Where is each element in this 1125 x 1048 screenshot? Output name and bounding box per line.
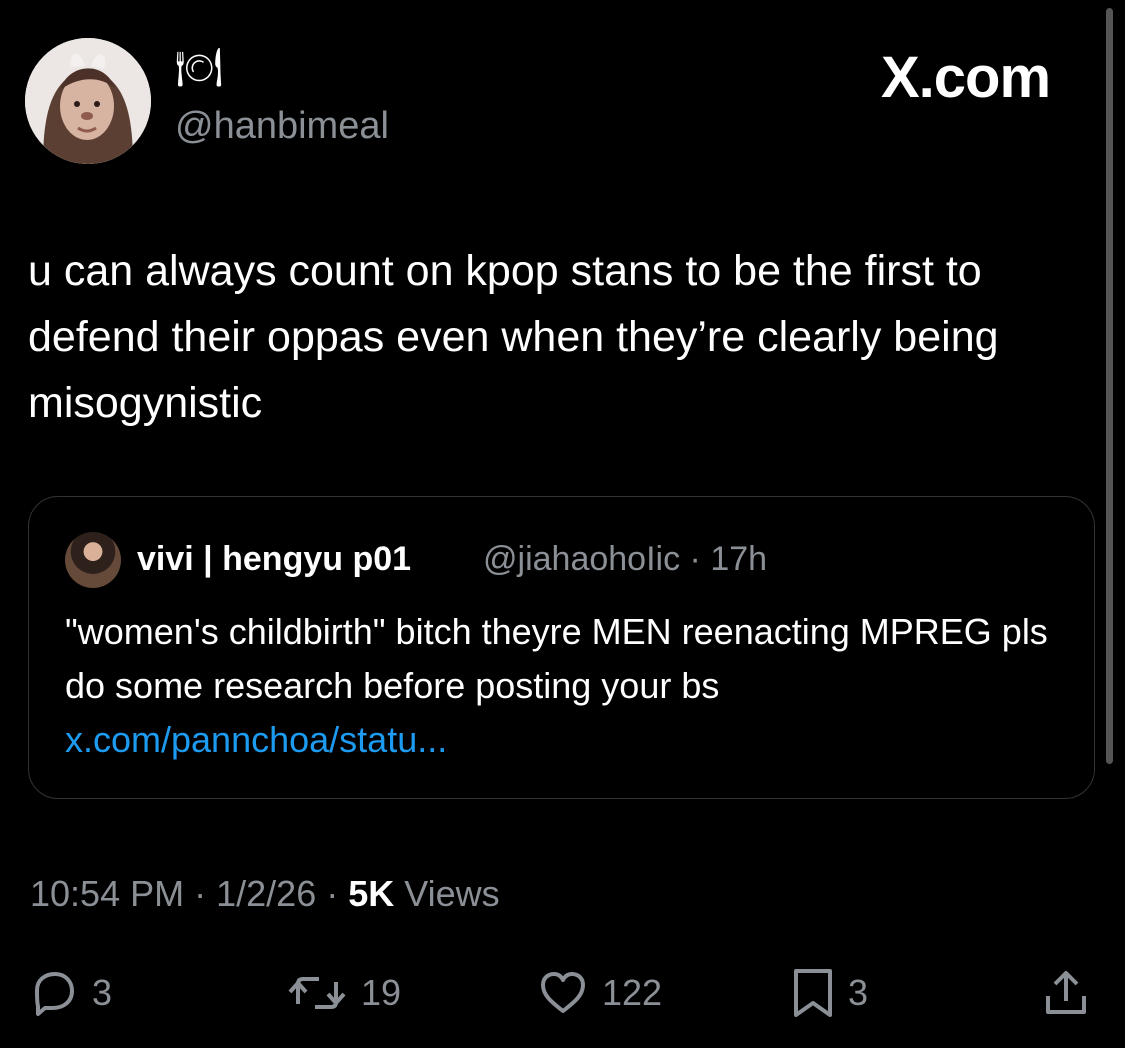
views-label[interactable]: Views — [404, 873, 499, 914]
views-count[interactable]: 5K — [348, 873, 394, 914]
author-handle[interactable]: @hanbimeal — [175, 104, 389, 148]
quoted-meta: @jiahaohoIic · 17h — [483, 539, 767, 579]
repost-icon — [288, 977, 346, 1009]
quoted-body: "women's childbirth" bitch theyre MEN re… — [65, 611, 1048, 706]
display-name[interactable]: 🍽 — [175, 48, 223, 88]
reply-icon — [35, 972, 74, 1016]
like-button[interactable]: 122 — [536, 961, 662, 1025]
like-count: 122 — [602, 972, 663, 1013]
tweet-time: 10:54 PM — [30, 873, 185, 914]
share-button[interactable] — [1039, 961, 1093, 1025]
repost-button[interactable]: 19 — [285, 961, 401, 1025]
bookmark-button[interactable]: 3 — [790, 961, 868, 1025]
bookmark-count: 3 — [848, 972, 869, 1013]
share-icon — [1046, 971, 1086, 1014]
quoted-tweet-card[interactable]: vivi | hengyu p01 @jiahaohoIic · 17h "wo… — [28, 496, 1095, 799]
reply-button[interactable]: 3 — [28, 961, 112, 1025]
quoted-time[interactable]: 17h — [710, 540, 767, 578]
tweet-text: u can always count on kpop stans to be t… — [28, 247, 999, 427]
tweet-meta-separator-2: · — [326, 873, 339, 914]
tweet-meta-separator-1: · — [194, 873, 207, 914]
x-dot-com-brand: X.com — [881, 45, 1051, 110]
heart-icon — [541, 972, 585, 1013]
quoted-avatar[interactable] — [65, 532, 121, 588]
quoted-link[interactable]: x.com/pannchoa/statu... — [65, 719, 447, 760]
quoted-meta-separator: · — [689, 540, 701, 578]
scrollbar[interactable] — [1106, 8, 1113, 764]
tweet-meta: 10:54 PM · 1/2/26 · 5K Views — [30, 872, 500, 916]
quoted-author-name[interactable]: vivi | hengyu p01 — [137, 539, 411, 579]
repost-count: 19 — [361, 972, 402, 1013]
reply-count: 3 — [92, 972, 113, 1013]
bookmark-icon — [794, 969, 832, 1017]
tweet-date: 1/2/26 — [216, 873, 317, 914]
quoted-tweet-text: "women's childbirth" bitch theyre MEN re… — [65, 605, 1065, 767]
quoted-handle[interactable]: @jiahaohoIic — [483, 540, 680, 578]
avatar[interactable] — [25, 38, 151, 164]
profile-photo-icon — [25, 38, 151, 164]
